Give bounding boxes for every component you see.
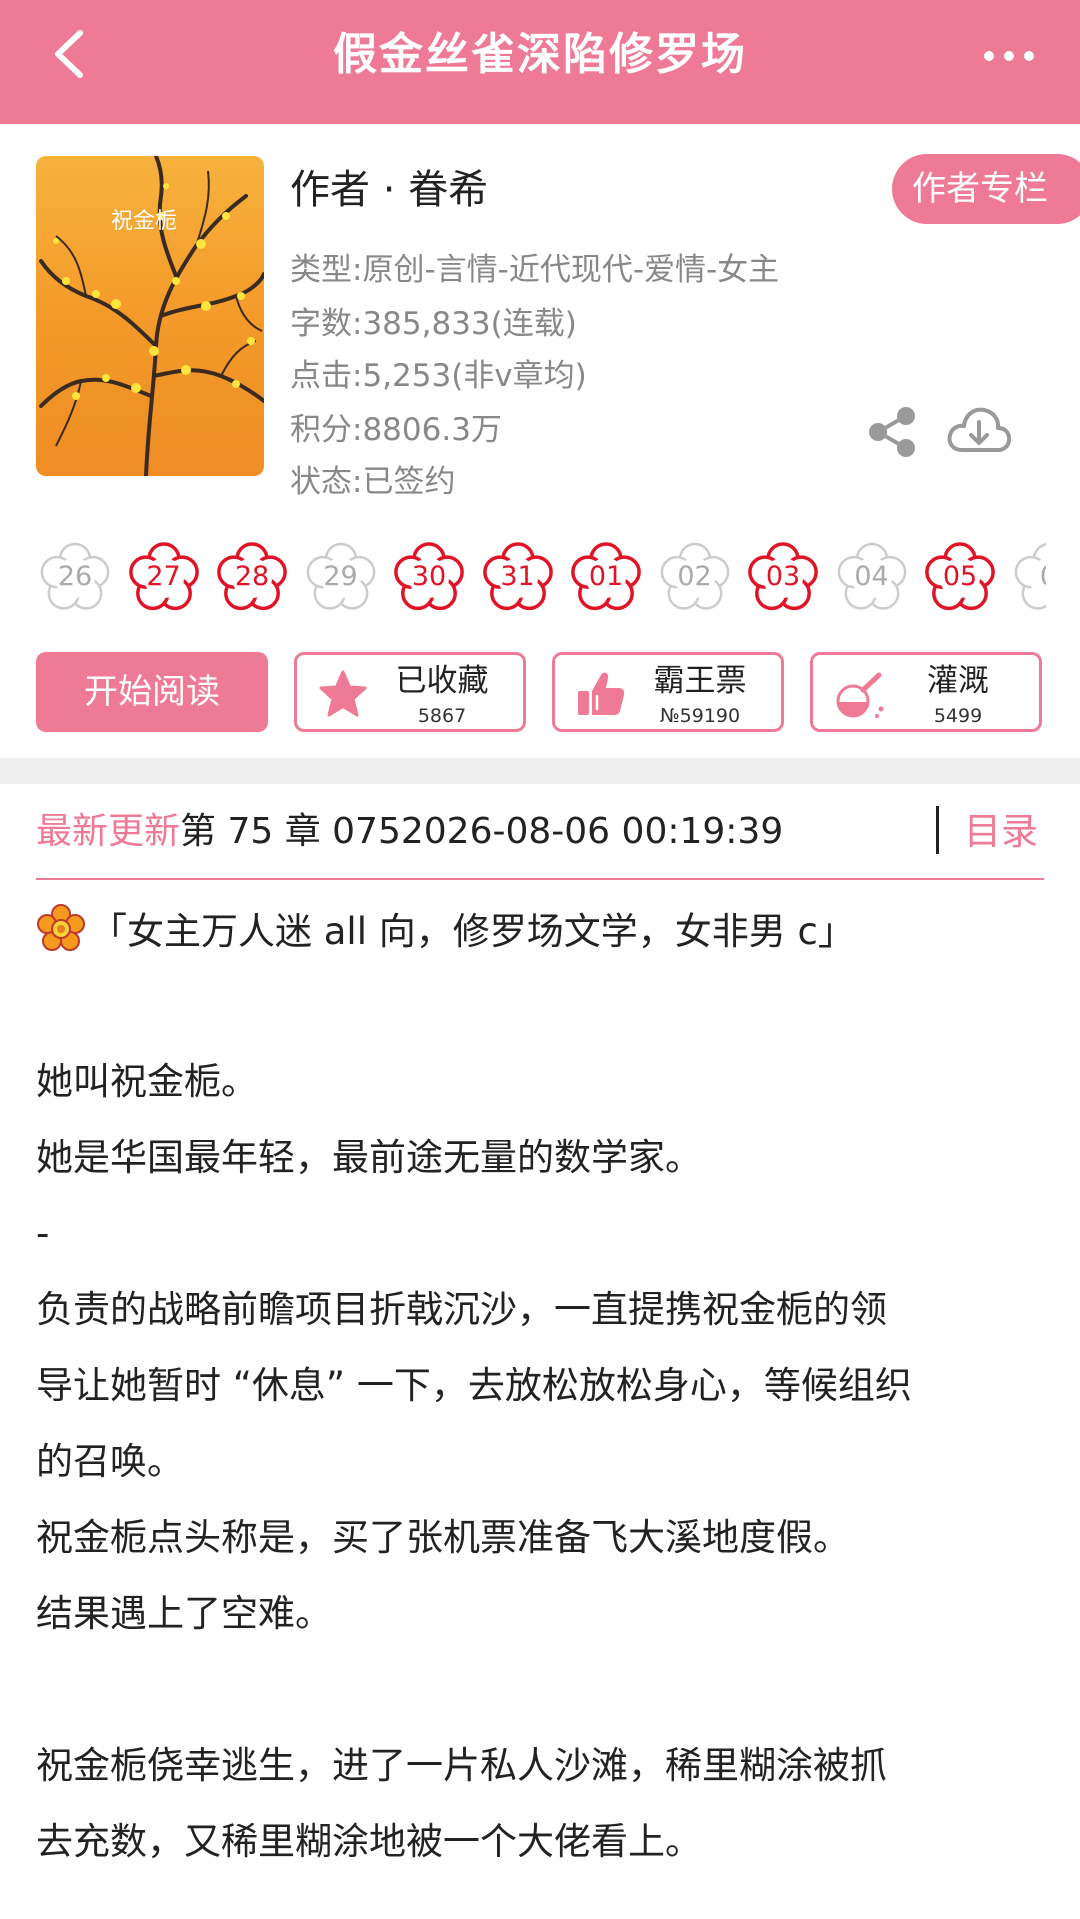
synopsis-line: 祝金栀点头称是，买了张机票准备飞大溪地度假。 — [36, 1516, 850, 1559]
synopsis-line: 导让她暂时 “休息” 一下，去放松放松身心，等候组织 — [36, 1364, 912, 1407]
cloud-download-icon[interactable] — [944, 402, 1014, 460]
flower-day-label: 31 — [500, 561, 535, 592]
flower-day-12[interactable]: 0 — [1010, 538, 1046, 616]
flower-day-10[interactable]: 04 — [833, 538, 911, 616]
chevron-left-icon — [55, 30, 83, 78]
water-button[interactable]: 灌溉 5499 — [810, 652, 1042, 732]
latest-update-row[interactable]: 最新更新第 75 章 0752026-08-06 00:19:39 — [36, 804, 1044, 860]
vertical-divider — [936, 806, 939, 854]
flower-day-6[interactable]: 31 — [479, 538, 557, 616]
flower-day-label: 03 — [765, 561, 801, 592]
collect-button[interactable]: 已收藏 5867 — [294, 652, 526, 732]
flower-day-8[interactable]: 02 — [656, 538, 734, 616]
synopsis-line: 的召唤。 — [36, 1440, 184, 1483]
share-icon[interactable] — [864, 404, 920, 460]
watering-flask-icon — [833, 669, 885, 719]
author-column-button[interactable]: 作者专栏 — [892, 154, 1080, 224]
synopsis-line: 结果遇上了空难。 — [36, 1592, 332, 1635]
book-cover-image[interactable]: 祝金栀 — [36, 156, 264, 476]
collect-label: 已收藏 — [395, 663, 489, 699]
start-reading-button[interactable]: 开始阅读 — [36, 652, 268, 732]
meta-word-count: 字数:385,833(连载) — [290, 306, 577, 342]
synopsis-line: 祝金栀侥幸逃生，进了一片私人沙滩，稀里糊涂被抓 — [36, 1744, 887, 1787]
star-icon — [317, 669, 369, 719]
synopsis-tagline: 「女主万人迷 all 向，修罗场文学，女非男 c」 — [36, 904, 1046, 958]
vote-count: №59190 — [659, 705, 741, 727]
flower-day-label: 0 — [1010, 538, 1046, 616]
latest-update-label: 最新更新 — [36, 811, 181, 852]
flower-day-label: 01 — [588, 561, 624, 592]
synopsis-line: 她叫祝金栀。 — [36, 1060, 258, 1103]
meta-clicks: 点击:5,253(非v章均) — [290, 358, 587, 394]
author-line[interactable]: 作者 · 眷希 — [290, 162, 488, 218]
top-app-bar: 假金丝雀深陷修罗场 — [0, 0, 1080, 124]
vote-label: 霸王票 — [653, 663, 747, 699]
flower-day-label: 29 — [323, 561, 358, 592]
more-dots-icon[interactable] — [974, 38, 1044, 74]
meta-status: 状态:已签约 — [290, 464, 456, 500]
synopsis-line: 她是华国最年轻，最前途无量的数学家。 — [36, 1136, 702, 1179]
cover-title: 祝金栀 — [111, 209, 177, 234]
vote-button[interactable]: 霸王票 №59190 — [552, 652, 784, 732]
flower-day-2[interactable]: 27 — [125, 538, 203, 616]
latest-chapter-title: 第 75 章 075 — [180, 811, 401, 852]
flower-day-label: 04 — [854, 561, 889, 592]
flower-day-label: 28 — [234, 561, 270, 592]
flower-day-5[interactable]: 30 — [390, 538, 468, 616]
flower-day-3[interactable]: 28 — [213, 538, 291, 616]
flower-day-7[interactable]: 01 — [567, 538, 645, 616]
table-of-contents-link[interactable]: 目录 — [964, 804, 1038, 860]
water-label: 灌溉 — [927, 663, 989, 699]
flower-day-label: 05 — [942, 561, 978, 592]
page-title: 假金丝雀深陷修罗场 — [333, 29, 747, 80]
blossom-icon — [37, 904, 85, 951]
thumbs-up-icon — [575, 669, 627, 719]
meta-score: 积分:8806.3万 — [290, 412, 502, 448]
flower-day-label: 02 — [677, 561, 712, 592]
synopsis-line: - — [36, 1212, 50, 1255]
flower-day-label: 26 — [57, 561, 93, 592]
synopsis-line: 去充数，又稀里糊涂地被一个大佬看上。 — [36, 1820, 702, 1863]
water-count: 5499 — [933, 705, 983, 727]
tagline-text: 「女主万人迷 all 向，修罗场文学，女非男 c」 — [90, 910, 855, 953]
synopsis-line: 负责的战略前瞻项目折戟沉沙，一直提携祝金栀的领 — [36, 1288, 887, 1331]
update-underline — [36, 878, 1044, 880]
collect-count: 5867 — [417, 705, 467, 727]
flower-day-9[interactable]: 03 — [744, 538, 822, 616]
flower-calendar: 26 27 28 29 30 31 01 02 03 04 05 0 — [36, 538, 1046, 618]
flower-day-11[interactable]: 05 — [921, 538, 999, 616]
latest-update-time: 2026-08-06 00:19:39 — [400, 811, 784, 852]
section-divider — [0, 758, 1080, 784]
flower-day-label: 30 — [411, 561, 447, 592]
flower-day-1[interactable]: 26 — [36, 538, 114, 616]
meta-genre: 类型:原创-言情-近代现代-爱情-女主 — [290, 252, 780, 288]
flower-day-label: 27 — [146, 561, 181, 592]
back-button[interactable] — [40, 24, 100, 84]
flower-day-4[interactable]: 29 — [302, 538, 380, 616]
